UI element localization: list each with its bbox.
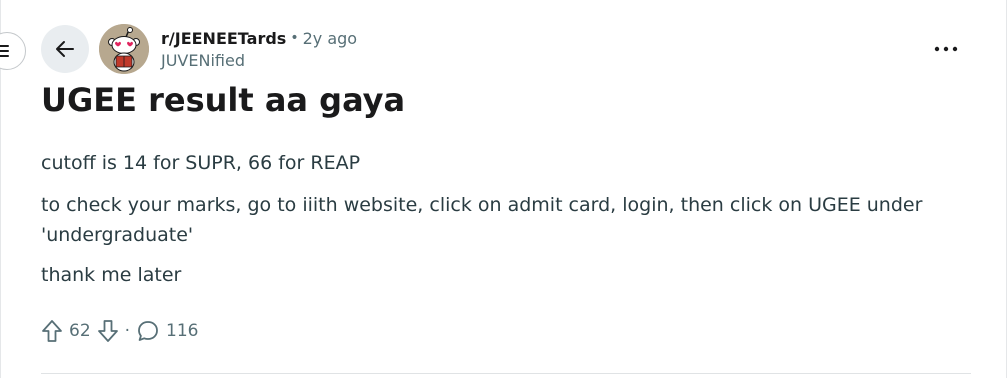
snoo-avatar-icon	[99, 24, 149, 74]
speech-bubble-icon	[138, 321, 158, 341]
vote-count: 62	[69, 321, 91, 341]
arrow-left-icon	[56, 41, 74, 57]
action-separator: ·	[124, 321, 131, 341]
overflow-menu-button[interactable]	[928, 34, 964, 64]
post-timestamp: 2y ago	[302, 28, 358, 48]
post-divider	[41, 373, 971, 374]
subreddit-avatar[interactable]	[99, 24, 149, 74]
arrow-up-outline-icon	[42, 320, 62, 342]
downvote-button[interactable]	[97, 319, 119, 343]
subreddit-link[interactable]: r/JEENEETards	[161, 29, 286, 48]
post-action-bar: 62 · 116	[41, 317, 205, 345]
meta-separator: •	[290, 30, 299, 46]
back-button[interactable]	[41, 25, 89, 73]
menu-toggle-button[interactable]	[0, 32, 26, 70]
comments-button[interactable]	[136, 319, 160, 343]
post-body-paragraph: cutoff is 14 for SUPR, 66 for REAP	[41, 152, 361, 174]
post-body: cutoff is 14 for SUPR, 66 for REAP to ch…	[41, 148, 941, 302]
post-body-paragraph: thank me later	[41, 264, 182, 286]
arrow-down-outline-icon	[97, 320, 118, 342]
comment-count[interactable]: 116	[166, 321, 198, 341]
upvote-button[interactable]	[41, 319, 63, 343]
post-title: UGEE result aa gaya	[41, 81, 406, 119]
more-horizontal-icon	[934, 46, 958, 52]
author-link[interactable]: JUVENified	[161, 51, 245, 70]
post-detail-page: r/JEENEETards • 2y ago JUVENified UGEE r…	[0, 0, 1007, 378]
post-meta: r/JEENEETards • 2y ago	[161, 27, 357, 49]
post-body-paragraph: to check your marks, go to iiith website…	[41, 194, 923, 246]
